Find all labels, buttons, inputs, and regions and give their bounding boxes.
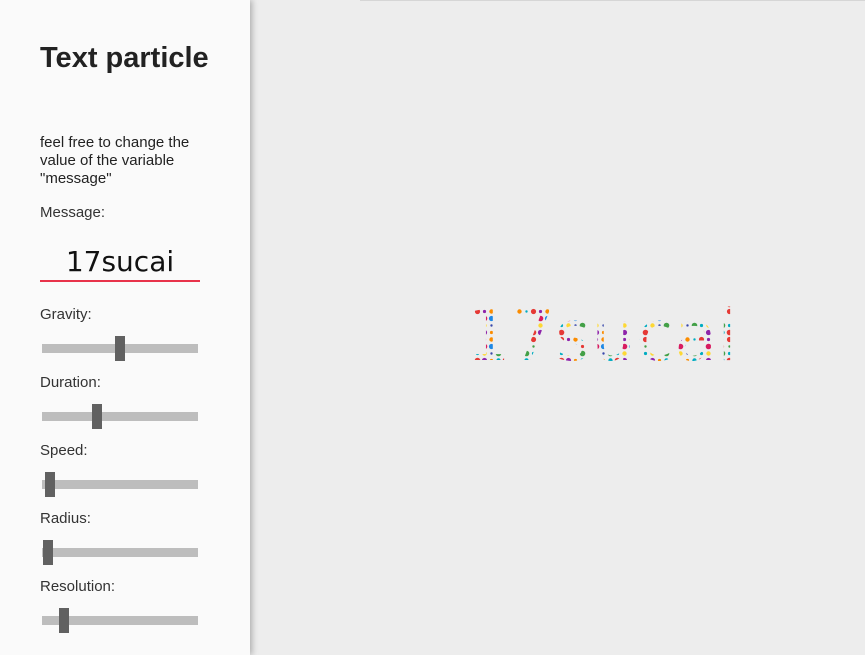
message-label: Message:	[40, 204, 106, 221]
radius-slider-thumb[interactable]	[43, 540, 54, 565]
radius-label: Radius:	[40, 510, 91, 527]
gravity-slider[interactable]	[42, 336, 198, 361]
speed-slider[interactable]	[42, 472, 198, 497]
radius-slider[interactable]	[42, 540, 198, 565]
duration-slider[interactable]	[42, 404, 198, 429]
speed-label: Speed:	[40, 442, 88, 459]
control-panel: Text particle feel free to change the va…	[0, 0, 250, 655]
description-text: feel free to change the value of the var…	[40, 134, 190, 187]
resolution-label: Resolution:	[40, 578, 116, 595]
particle-text-render: 17sucai	[466, 295, 737, 377]
speed-slider-thumb[interactable]	[44, 472, 55, 497]
page-title: Text particle	[40, 42, 209, 74]
particle-message-text: 17sucai	[466, 295, 737, 377]
message-input[interactable]	[40, 242, 200, 282]
resolution-slider-thumb[interactable]	[58, 608, 69, 633]
resolution-slider[interactable]	[42, 608, 198, 633]
duration-slider-thumb[interactable]	[91, 404, 102, 429]
gravity-label: Gravity:	[40, 306, 92, 323]
gravity-slider-thumb[interactable]	[115, 336, 125, 361]
particle-canvas[interactable]: 17sucai	[250, 0, 865, 655]
duration-label: Duration:	[40, 374, 101, 391]
